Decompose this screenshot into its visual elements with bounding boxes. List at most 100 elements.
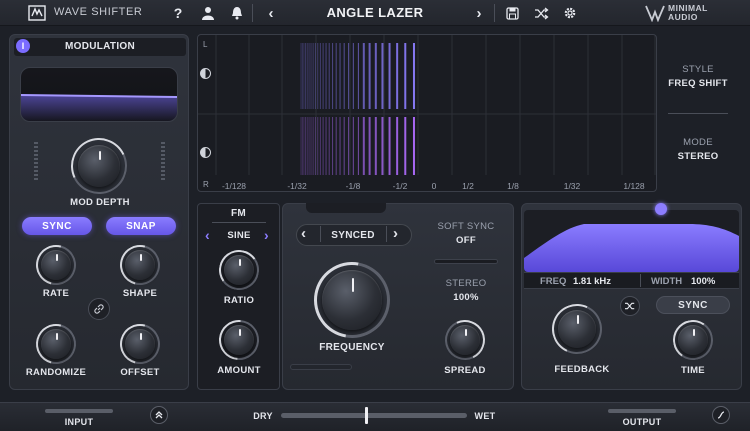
divider bbox=[494, 4, 495, 22]
chevron-up-icon[interactable] bbox=[150, 406, 168, 424]
output-label: OUTPUT bbox=[622, 417, 662, 427]
rate-label: RATE bbox=[42, 288, 70, 299]
bell-icon[interactable] bbox=[227, 3, 247, 23]
delay-sync-button[interactable]: SYNC bbox=[656, 296, 730, 314]
shuffle-icon[interactable] bbox=[531, 3, 551, 23]
input-label: INPUT bbox=[64, 417, 94, 427]
output-meter[interactable] bbox=[608, 409, 676, 413]
style-mode-divider bbox=[668, 113, 728, 114]
time-knob[interactable] bbox=[678, 325, 708, 355]
spread-knob[interactable] bbox=[450, 325, 480, 355]
style-value[interactable]: FREQ SHIFT bbox=[660, 78, 736, 89]
width-value[interactable]: 100% bbox=[691, 276, 715, 287]
spectrum-axis-label: -1/8 bbox=[345, 181, 361, 191]
snap-button[interactable]: SNAP bbox=[106, 217, 176, 235]
fm-wave-prev-icon[interactable]: ‹ bbox=[205, 228, 210, 242]
dry-wet-thumb[interactable] bbox=[365, 407, 368, 424]
sync-mode-prev-icon[interactable]: ‹ bbox=[301, 226, 306, 242]
spectrum-axis-label: 1/128 bbox=[623, 181, 645, 191]
style-label: STYLE bbox=[682, 64, 714, 75]
soft-sync-label: SOFT SYNC bbox=[437, 221, 495, 232]
randomize-label: RANDOMIZE bbox=[25, 367, 87, 378]
prev-preset-icon[interactable]: ‹ bbox=[261, 3, 281, 23]
width-label: WIDTH bbox=[651, 276, 683, 287]
spectrum-axis-label: 1/8 bbox=[507, 181, 519, 191]
logo-icon bbox=[28, 4, 46, 22]
frequency-fine-slider[interactable] bbox=[290, 364, 352, 370]
time-label: TIME bbox=[681, 365, 705, 376]
center-panel-notch bbox=[306, 203, 386, 213]
filter-display[interactable] bbox=[524, 210, 739, 272]
mod-depth-label: MOD DEPTH bbox=[70, 197, 130, 208]
clipper-curve-icon[interactable] bbox=[712, 406, 730, 424]
shape-knob[interactable] bbox=[125, 250, 155, 280]
left-phase-icon[interactable] bbox=[200, 68, 211, 79]
modulation-power-icon[interactable]: I bbox=[16, 39, 30, 53]
frequency-label: FREQUENCY bbox=[319, 342, 385, 353]
frequency-knob[interactable] bbox=[322, 270, 382, 330]
right-phase-icon[interactable] bbox=[200, 147, 211, 158]
sync-mode-value[interactable]: SYNCED bbox=[322, 230, 384, 241]
amount-knob[interactable] bbox=[224, 325, 254, 355]
fm-wave-next-icon[interactable]: › bbox=[264, 228, 269, 242]
user-icon[interactable] bbox=[198, 3, 218, 23]
mode-value[interactable]: STEREO bbox=[660, 151, 736, 162]
mode-label: MODE bbox=[683, 137, 713, 148]
sync-mode-next-icon[interactable]: › bbox=[393, 226, 398, 242]
lfo-shape-display[interactable] bbox=[20, 67, 178, 122]
brand-name: MINIMAL AUDIO bbox=[668, 4, 708, 22]
offset-label: OFFSET bbox=[120, 367, 160, 378]
gear-icon[interactable] bbox=[560, 3, 580, 23]
brand-logo-icon bbox=[645, 4, 665, 23]
divider bbox=[386, 226, 387, 242]
offset-knob[interactable] bbox=[125, 329, 155, 359]
rate-knob[interactable] bbox=[41, 250, 71, 280]
input-meter[interactable] bbox=[45, 409, 113, 413]
soft-sync-value[interactable]: OFF bbox=[428, 235, 504, 246]
spectrum-axis-label: -1/128 bbox=[221, 181, 247, 191]
freq-label: FREQ bbox=[540, 276, 567, 287]
fm-title: FM bbox=[230, 208, 247, 219]
link-icon[interactable] bbox=[88, 298, 110, 320]
divider bbox=[320, 226, 321, 242]
next-preset-icon[interactable]: › bbox=[469, 3, 489, 23]
fm-divider bbox=[212, 222, 266, 223]
soft-sync-slider[interactable] bbox=[434, 259, 498, 264]
feedback-label: FEEDBACK bbox=[554, 364, 610, 375]
top-bar: WAVE SHIFTER ? ‹ ANGLE LAZER › MINIMAL A… bbox=[0, 0, 750, 26]
spectrum-display bbox=[197, 34, 657, 192]
ratio-knob[interactable] bbox=[224, 255, 254, 285]
mod-sync-button[interactable]: SYNC bbox=[22, 217, 92, 235]
dry-wet-slider[interactable] bbox=[281, 407, 467, 424]
wet-label: WET bbox=[474, 411, 496, 421]
dry-label: DRY bbox=[253, 411, 273, 421]
save-icon[interactable] bbox=[502, 3, 522, 23]
randomize-knob[interactable] bbox=[41, 329, 71, 359]
divider bbox=[640, 274, 641, 287]
divider bbox=[252, 4, 253, 22]
fm-waveform-value[interactable]: SINE bbox=[215, 230, 263, 241]
filter-handle[interactable] bbox=[655, 203, 667, 215]
help-icon[interactable]: ? bbox=[168, 3, 188, 23]
amount-label: AMOUNT bbox=[217, 365, 261, 376]
filter-curve bbox=[524, 224, 739, 272]
mod-depth-knob[interactable] bbox=[78, 145, 120, 187]
feedback-shuffle-icon[interactable] bbox=[620, 296, 640, 316]
lfo-waveform bbox=[21, 94, 177, 121]
spectrum-graph bbox=[198, 35, 656, 175]
feedback-knob[interactable] bbox=[558, 310, 596, 348]
preset-name[interactable]: ANGLE LAZER bbox=[300, 5, 450, 20]
ratio-label: RATIO bbox=[223, 295, 255, 306]
freq-value[interactable]: 1.81 kHz bbox=[573, 276, 611, 287]
stereo-label: STEREO bbox=[445, 278, 487, 289]
spectrum-axis-label: -1/32 bbox=[287, 181, 307, 191]
stereo-value: 100% bbox=[453, 292, 479, 303]
app-title: WAVE SHIFTER bbox=[54, 6, 143, 18]
spectrum-axis-label: 1/32 bbox=[563, 181, 581, 191]
shape-label: SHAPE bbox=[122, 288, 158, 299]
mod-depth-meter-right bbox=[161, 142, 165, 182]
modulation-title: MODULATION bbox=[64, 41, 136, 52]
left-channel-label: L bbox=[203, 40, 208, 49]
right-channel-label: R bbox=[203, 180, 209, 189]
spectrum-axis-label: 1/2 bbox=[462, 181, 474, 191]
